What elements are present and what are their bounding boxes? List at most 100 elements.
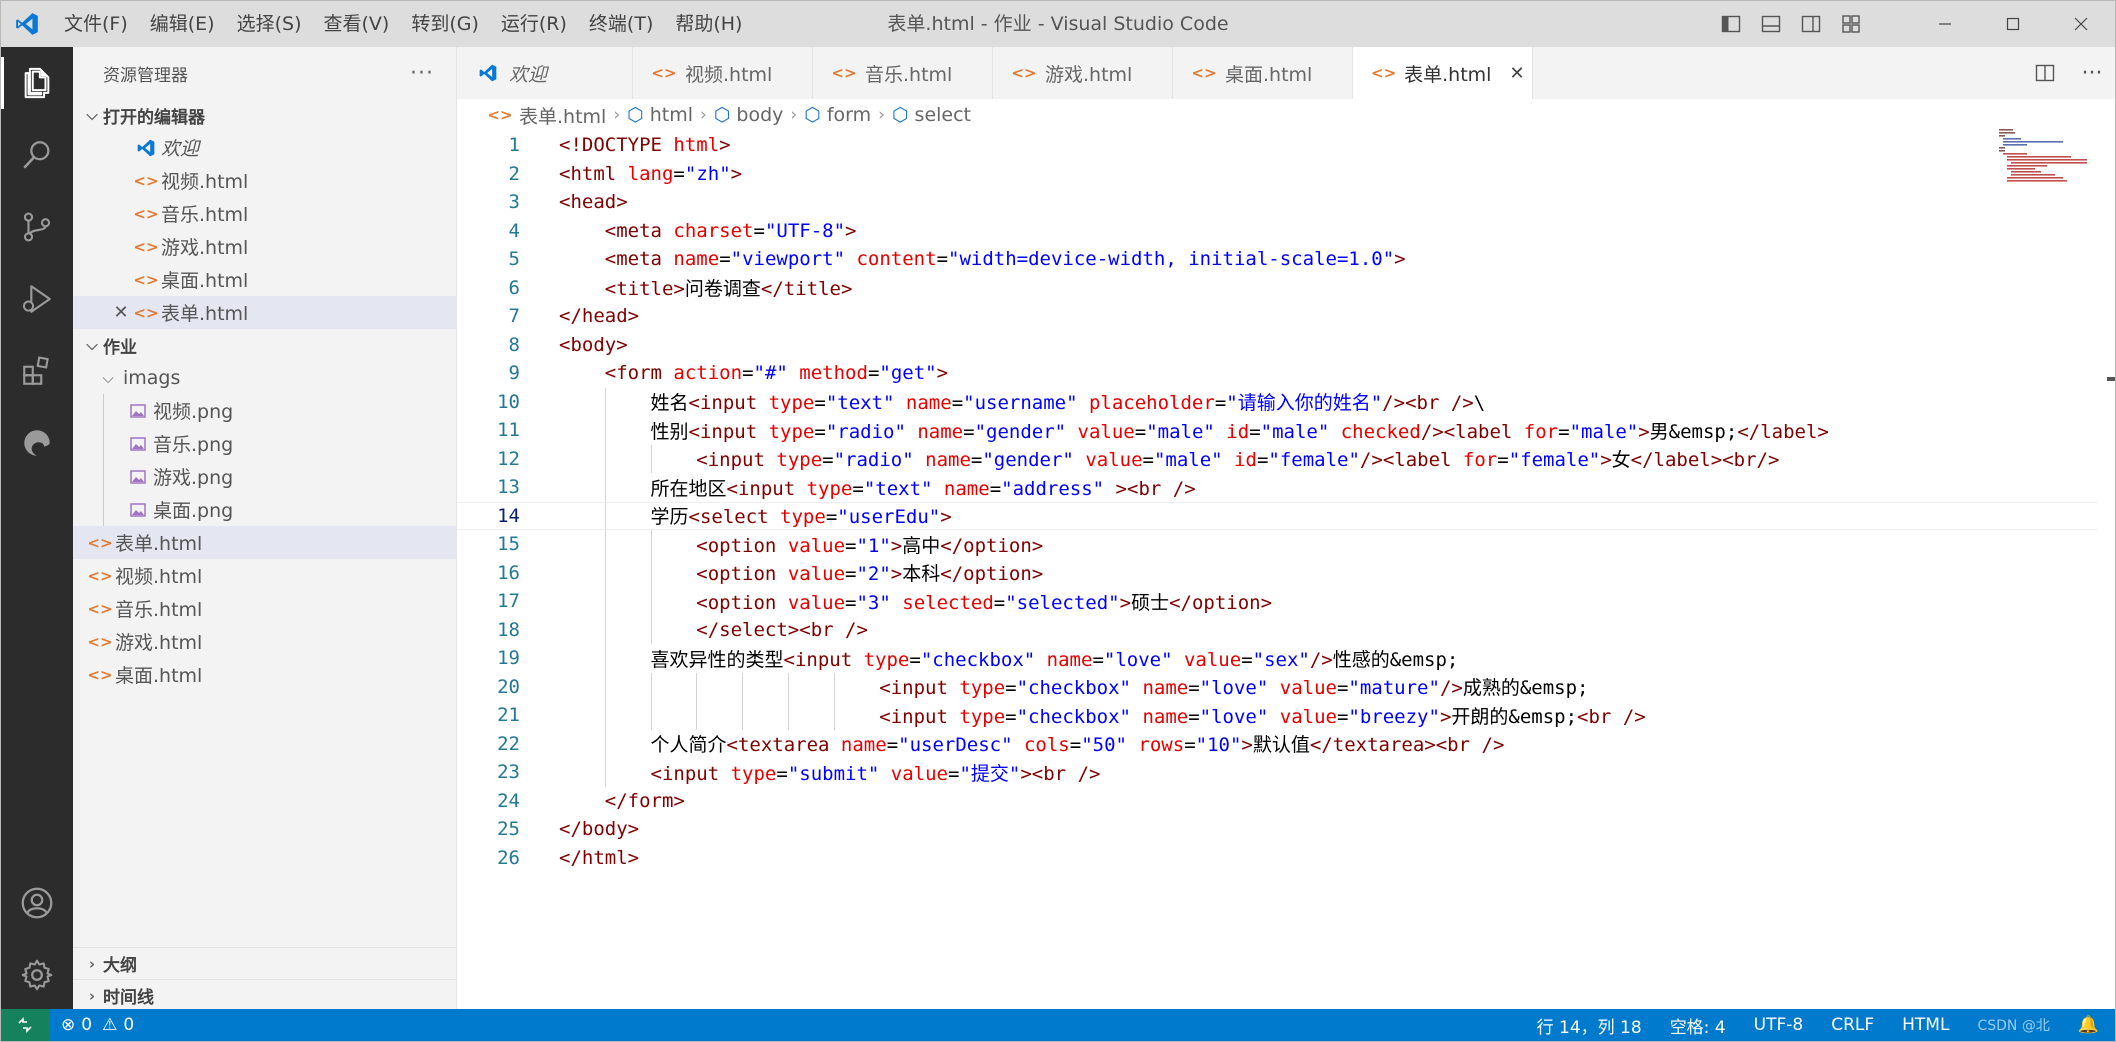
menu-edit[interactable]: 编辑(E) — [139, 1, 226, 47]
code-line[interactable]: 1 <!DOCTYPE html> — [457, 131, 2097, 160]
open-editor-item[interactable]: <> 音乐.html — [73, 197, 456, 230]
open-editor-item-active[interactable]: ✕ <> 表单.html — [73, 296, 456, 329]
html-icon: <> — [133, 237, 159, 256]
menu-file[interactable]: 文件(F) — [53, 1, 139, 47]
code-line[interactable]: 5 <meta name="viewport" content="width=d… — [457, 245, 2097, 274]
run-debug-icon[interactable] — [1, 263, 73, 335]
file-item-image[interactable]: 音乐.png — [73, 427, 456, 460]
html-icon: <> — [87, 665, 113, 684]
toggle-panel-icon[interactable] — [1751, 1, 1791, 47]
open-editor-item[interactable]: 欢迎 — [73, 131, 456, 164]
close-tab-icon[interactable]: ✕ — [1509, 63, 1524, 84]
file-item-html[interactable]: <> 音乐.html — [73, 592, 456, 625]
folder-item-imags[interactable]: ⌵ imags — [73, 361, 456, 394]
maximize-icon[interactable] — [1979, 1, 2047, 47]
problems-indicator[interactable]: ⊗ 0 ⚠ 0 — [61, 1015, 134, 1035]
file-item-image[interactable]: 桌面.png — [73, 493, 456, 526]
file-item-html[interactable]: <> 游戏.html — [73, 625, 456, 658]
code-line[interactable]: 14 学历<select type="userEdu"> — [457, 501, 2097, 530]
menu-help[interactable]: 帮助(H) — [664, 1, 753, 47]
menu-selection[interactable]: 选择(S) — [226, 1, 313, 47]
split-editor-icon[interactable] — [2023, 63, 2067, 83]
close-editor-icon[interactable]: ✕ — [109, 302, 133, 323]
close-window-icon[interactable] — [2047, 1, 2115, 47]
code-line[interactable]: 13 所在地区<input type="text" name="address"… — [457, 473, 2097, 502]
code-line[interactable]: 8 <body> — [457, 331, 2097, 360]
breadcrumb-item[interactable]: body — [736, 104, 783, 126]
file-item-html[interactable]: <> 视频.html — [73, 559, 456, 592]
customize-layout-icon[interactable] — [1831, 1, 1871, 47]
open-editors-header[interactable]: ⌵ 打开的编辑器 — [73, 99, 456, 131]
more-actions-icon[interactable]: ··· — [410, 61, 434, 86]
minimap[interactable] — [1997, 127, 2097, 187]
folder-header[interactable]: ⌵ 作业 — [73, 329, 456, 361]
extensions-icon[interactable] — [1, 335, 73, 407]
file-item-html[interactable]: <> 桌面.html — [73, 658, 456, 691]
file-item-image[interactable]: 视频.png — [73, 394, 456, 427]
menu-run[interactable]: 运行(R) — [490, 1, 578, 47]
code-text: <meta charset="UTF-8"> — [604, 219, 857, 242]
code-line[interactable]: 18 </select><br /> — [457, 615, 2097, 644]
code-line[interactable]: 20 <input type="checkbox" name="love" va… — [457, 672, 2097, 701]
code-line[interactable]: 9 <form action="#" method="get"> — [457, 359, 2097, 388]
code-line[interactable]: 16 <option value="2">本科</option> — [457, 558, 2097, 587]
account-icon[interactable] — [1, 867, 73, 939]
code-line[interactable]: 21 <input type="checkbox" name="love" va… — [457, 701, 2097, 730]
open-editor-item[interactable]: <> 视频.html — [73, 164, 456, 197]
breadcrumb-item[interactable]: html — [650, 104, 693, 126]
file-item-html-active[interactable]: <> 表单.html — [73, 526, 456, 559]
code-line[interactable]: 17 <option value="3" selected="selected"… — [457, 587, 2097, 616]
code-line[interactable]: 11 性别<input type="radio" name="gender" v… — [457, 416, 2097, 445]
source-control-icon[interactable] — [1, 191, 73, 263]
code-line[interactable]: 7 </head> — [457, 302, 2097, 331]
code-line[interactable]: 25 </body> — [457, 815, 2097, 844]
code-editor[interactable]: 1 <!DOCTYPE html> 2 <html lang="zh"> 3 <head>… — [457, 131, 2097, 1011]
code-line[interactable]: 10 姓名<input type="text" name="username" … — [457, 387, 2097, 416]
code-line[interactable]: 12 <input type="radio" name="gender" val… — [457, 444, 2097, 473]
breadcrumb-item[interactable]: select — [915, 104, 971, 126]
edge-tools-icon[interactable] — [1, 407, 73, 479]
tab-music[interactable]: <> 音乐.html — [813, 47, 993, 99]
tab-welcome[interactable]: 欢迎 — [457, 47, 633, 99]
code-line[interactable]: 24 </form> — [457, 787, 2097, 816]
settings-gear-icon[interactable] — [1, 939, 73, 1011]
tab-form-active[interactable]: <> 表单.html ✕ — [1353, 47, 1533, 99]
breadcrumb-item[interactable]: 表单.html — [519, 102, 606, 129]
menu-terminal[interactable]: 终端(T) — [578, 1, 664, 47]
menu-view[interactable]: 查看(V) — [313, 1, 401, 47]
cursor-position[interactable]: 行 14，列 18 — [1537, 1013, 1642, 1038]
code-line[interactable]: 19 喜欢异性的类型<input type="checkbox" name="l… — [457, 644, 2097, 673]
encoding[interactable]: UTF-8 — [1754, 1015, 1804, 1035]
bell-icon[interactable]: 🔔 — [2078, 1015, 2099, 1035]
tab-video[interactable]: <> 视频.html — [633, 47, 813, 99]
timeline-section[interactable]: › 时间线 — [73, 979, 456, 1011]
open-editor-item[interactable]: <> 游戏.html — [73, 230, 456, 263]
code-line[interactable]: 3 <head> — [457, 188, 2097, 217]
breadcrumb-item[interactable]: form — [827, 104, 871, 126]
line-ending[interactable]: CRLF — [1831, 1015, 1874, 1035]
menu-go[interactable]: 转到(G) — [400, 1, 490, 47]
toggle-primary-sidebar-icon[interactable] — [1711, 1, 1751, 47]
remote-indicator-icon[interactable] — [1, 1009, 49, 1041]
tab-game[interactable]: <> 游戏.html — [993, 47, 1173, 99]
language-mode[interactable]: HTML — [1902, 1015, 1949, 1035]
search-icon[interactable] — [1, 119, 73, 191]
indentation[interactable]: 空格: 4 — [1670, 1013, 1726, 1038]
code-text: <meta name="viewport" content="width=dev… — [604, 248, 1406, 271]
file-item-image[interactable]: 游戏.png — [73, 460, 456, 493]
code-line[interactable]: 26 </html> — [457, 844, 2097, 873]
toggle-secondary-sidebar-icon[interactable] — [1791, 1, 1831, 47]
outline-section[interactable]: › 大纲 — [73, 947, 456, 979]
vertical-scrollbar[interactable] — [2103, 131, 2115, 1011]
tab-desktop[interactable]: <> 桌面.html — [1173, 47, 1353, 99]
code-line[interactable]: 4 <meta charset="UTF-8"> — [457, 217, 2097, 246]
code-line[interactable]: 2 <html lang="zh"> — [457, 160, 2097, 189]
code-line[interactable]: 6 <title>问卷调查</title> — [457, 274, 2097, 303]
code-line[interactable]: 15 <option value="1">高中</option> — [457, 530, 2097, 559]
code-line[interactable]: 22 个人简介<textarea name="userDesc" cols="5… — [457, 729, 2097, 758]
explorer-icon[interactable] — [1, 47, 73, 119]
code-line[interactable]: 23 <input type="submit" value="提交"><br /… — [457, 758, 2097, 787]
editor-more-actions-icon[interactable]: ··· — [2067, 61, 2115, 86]
minimize-icon[interactable] — [1911, 1, 1979, 47]
open-editor-item[interactable]: <> 桌面.html — [73, 263, 456, 296]
